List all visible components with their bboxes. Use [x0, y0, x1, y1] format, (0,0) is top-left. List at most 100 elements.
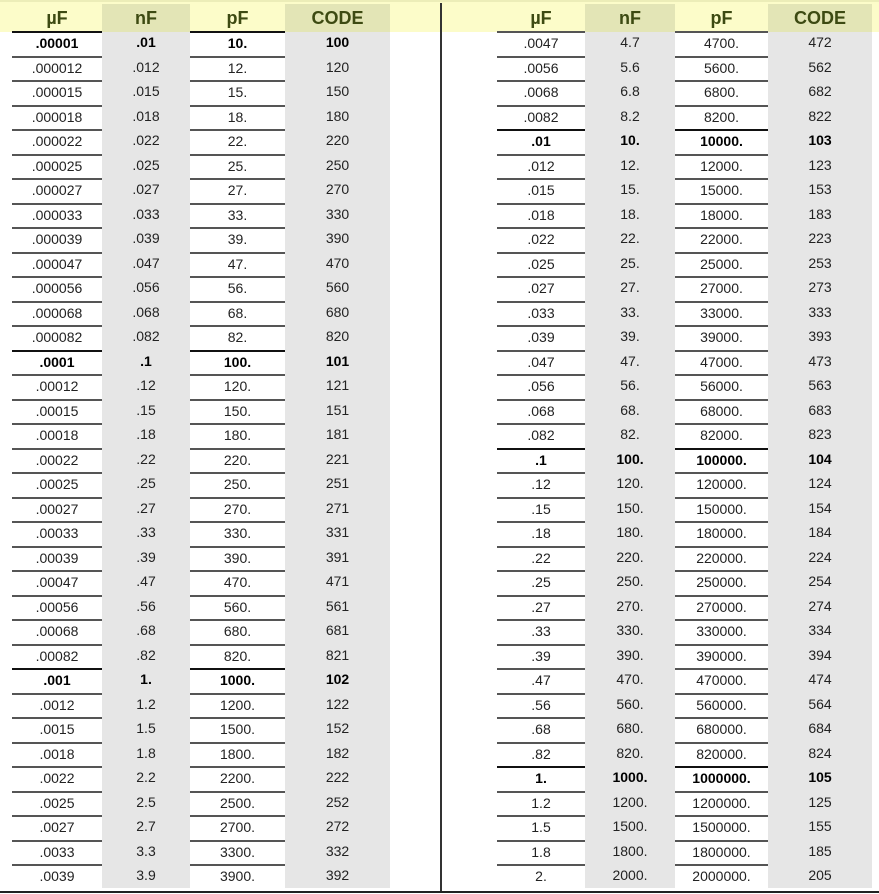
table-row: .018 18. 18000. 183 — [442, 202, 879, 228]
cell-nf: 1000. — [612, 769, 648, 785]
cell-pf: 10000. — [675, 129, 768, 154]
cell-uf: .0047 — [497, 31, 585, 56]
cell-uf: .00022 — [12, 447, 102, 473]
cell-code: 124 — [808, 475, 832, 491]
cell-nf: .082 — [132, 328, 160, 344]
cell-nf: 1. — [140, 671, 152, 687]
cell-uf: .68 — [497, 717, 585, 742]
cell-nf: 330. — [616, 622, 644, 638]
cell-pf: 470. — [190, 570, 285, 595]
cell-nf: 18. — [620, 205, 640, 222]
cell-uf: .00012 — [12, 374, 102, 399]
cell-pf: 68. — [190, 300, 285, 326]
cell-code: 823 — [808, 426, 832, 442]
table-row: .012 12. 12000. 123 — [442, 153, 879, 179]
table-row: .56 560. 560000. 564 — [442, 692, 879, 718]
cell-code: 470 — [325, 254, 350, 271]
table-row: .033 33. 33000. 333 — [442, 300, 879, 326]
cell-code: 152 — [325, 720, 350, 736]
cell-pf: 820000. — [675, 741, 768, 767]
cell-code: 271 — [325, 499, 350, 516]
table-row: .1 100. 100000. 104 — [442, 447, 879, 473]
cell-code: 181 — [325, 426, 350, 442]
cell-nf: 1800. — [612, 842, 648, 859]
header-pf: pF — [226, 8, 249, 28]
cell-nf: .1 — [140, 352, 152, 369]
cell-nf: 820. — [616, 744, 644, 761]
cell-nf: 2.5 — [136, 793, 156, 810]
cell-nf: 8.2 — [620, 107, 640, 124]
cell-uf: .027 — [497, 276, 585, 301]
cell-nf: .056 — [132, 279, 160, 295]
cell-pf: 150. — [190, 398, 285, 424]
cell-code: 822 — [808, 107, 832, 124]
cell-uf: .0015 — [12, 717, 102, 742]
table-row: .0039 3.9 3900. 392 — [0, 864, 440, 889]
header-code: CODE — [285, 4, 390, 32]
cell-uf: .015 — [497, 178, 585, 203]
table-row: .082 82. 82000. 823 — [442, 423, 879, 448]
header-nf: nF — [102, 4, 190, 32]
cell-nf: 25. — [620, 254, 640, 271]
cell-code: 561 — [325, 597, 350, 614]
table-row: .01 10. 10000. 103 — [442, 129, 879, 154]
cell-uf: .82 — [497, 741, 585, 767]
cell-nf: 27. — [620, 279, 640, 295]
cell-pf: 100000. — [675, 447, 768, 473]
cell-pf: 5600. — [675, 55, 768, 81]
table-row: .000022 .022 22. 220 — [0, 129, 440, 154]
cell-uf: .000047 — [12, 251, 102, 277]
cell-pf: 33. — [190, 202, 285, 228]
cell-code: 154 — [808, 499, 832, 516]
cell-uf: .0025 — [12, 790, 102, 816]
cell-uf: .00018 — [12, 423, 102, 448]
cell-code: 220 — [325, 132, 350, 148]
cell-nf: 180. — [616, 524, 644, 540]
table-row: .00047 .47 470. 471 — [0, 570, 440, 595]
table-row: .27 270. 270000. 274 — [442, 594, 879, 620]
cell-nf: 1.2 — [136, 695, 156, 712]
cell-code: 125 — [808, 793, 832, 810]
cell-nf: .015 — [132, 83, 160, 99]
cell-code: 564 — [808, 695, 832, 712]
cell-nf: .15 — [136, 401, 156, 418]
table-row: .68 680. 680000. 684 — [442, 717, 879, 742]
cell-code: 330 — [325, 205, 350, 222]
table-row: .0012 1.2 1200. 122 — [0, 692, 440, 718]
cell-pf: 15. — [190, 80, 285, 105]
table-row: .025 25. 25000. 253 — [442, 251, 879, 277]
table-row: .18 180. 180000. 184 — [442, 521, 879, 546]
table-row: .39 390. 390000. 394 — [442, 643, 879, 669]
table-row: .0047 4.7 4700. 472 — [442, 31, 879, 56]
cell-nf: .01 — [136, 34, 156, 50]
table-row: .0001 .1 100. 101 — [0, 349, 440, 375]
cell-uf: .00001 — [12, 31, 102, 56]
cell-uf: .25 — [497, 570, 585, 595]
cell-uf: .000082 — [12, 325, 102, 350]
cell-pf: 1800. — [190, 741, 285, 767]
cell-pf: 820. — [190, 643, 285, 669]
cell-uf: .00027 — [12, 496, 102, 522]
table-row: .000027 .027 27. 270 — [0, 178, 440, 203]
cell-code: 151 — [325, 401, 350, 418]
table-row: .001 1. 1000. 102 — [0, 668, 440, 693]
cell-code: 150 — [325, 83, 350, 99]
cell-nf: 120. — [616, 475, 644, 491]
cell-pf: 39. — [190, 227, 285, 252]
cell-nf: .039 — [132, 230, 160, 246]
table-row: .0015 1.5 1500. 152 — [0, 717, 440, 742]
table-row: 1. 1000. 1000000. 105 — [442, 766, 879, 791]
table-divider — [440, 3, 442, 891]
cell-uf: .000025 — [12, 153, 102, 179]
cell-code: 331 — [325, 524, 350, 540]
cell-nf: 2.2 — [136, 769, 156, 785]
cell-pf: 15000. — [675, 178, 768, 203]
cell-code: 684 — [808, 720, 832, 736]
cell-code: 121 — [325, 377, 350, 393]
table-row: .00082 .82 820. 821 — [0, 643, 440, 669]
table-row: .000018 .018 18. 180 — [0, 104, 440, 130]
cell-nf: .012 — [132, 58, 160, 75]
cell-nf: 1.5 — [136, 720, 156, 736]
cell-nf: 6.8 — [620, 83, 640, 99]
cell-nf: 39. — [620, 328, 640, 344]
